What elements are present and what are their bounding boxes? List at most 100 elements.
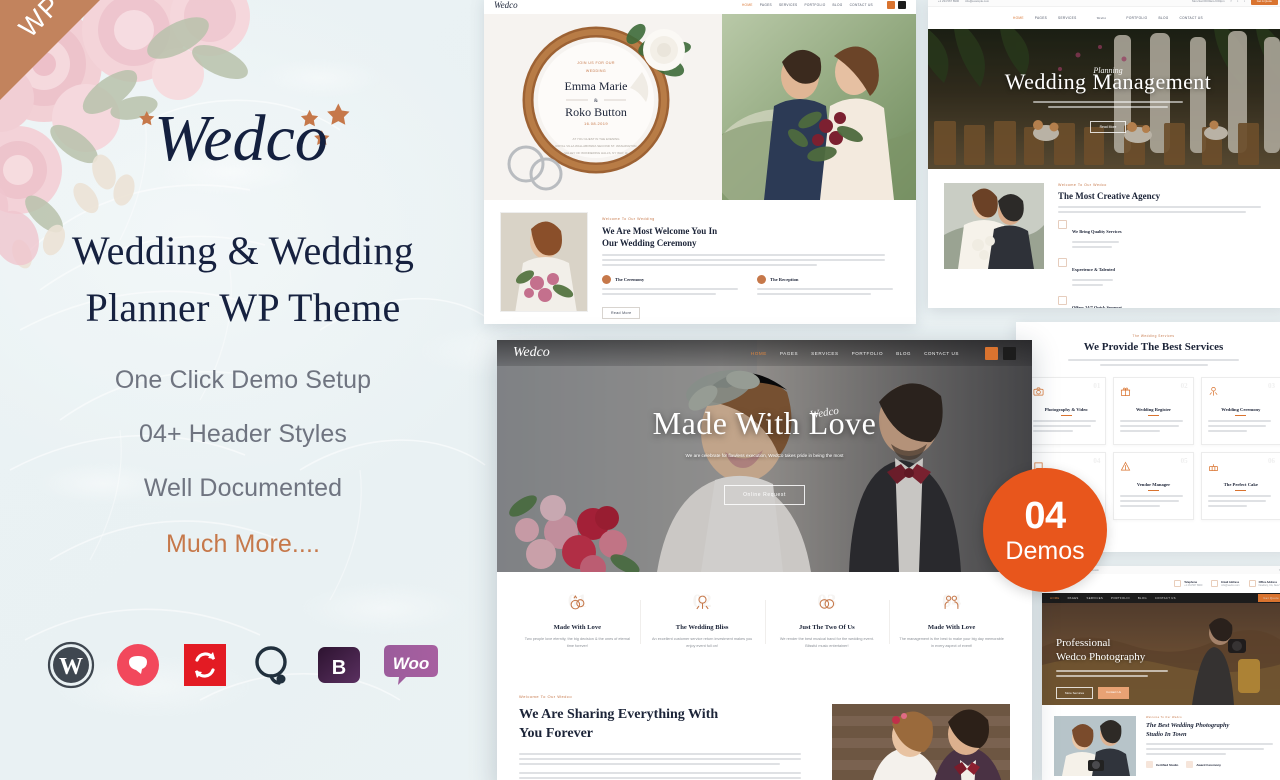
ceremony-title: The Ceremony [615,277,645,283]
address-value: Newbury, CA, New York [1258,583,1280,587]
service-title: Photography & Video [1044,407,1088,412]
wordpress-icon[interactable]: W [46,640,96,690]
bootstrap-icon[interactable]: B [314,640,364,690]
facebook-icon[interactable]: f [1231,0,1232,3]
nav-contact[interactable]: CONTACT US [924,351,959,356]
instagram-icon[interactable]: i [1244,0,1245,3]
search-icon[interactable] [985,346,998,360]
nav-portfolio[interactable]: PORTFOLIO [804,3,825,7]
mock-invitation-header-icons[interactable] [887,1,906,9]
read-more-button[interactable]: Read More [602,307,641,320]
feature-card[interactable]: 03 Just The Two Of Us We render the best… [764,591,890,650]
mockup-photography-demo[interactable]: Newbury, CA, New York info@wedco.com f t… [1042,566,1280,780]
revolution-slider-icon[interactable] [180,640,230,690]
service-card[interactable]: 02 Wedding Register [1113,377,1194,445]
inv-groom: Roko Button [565,105,627,119]
svg-text:Woo: Woo [392,654,429,673]
trophy-icon [1186,761,1194,769]
quality-shield-icon [1058,220,1067,229]
feature-card[interactable]: 02 The Wedding Bliss An excellent custom… [639,591,765,650]
feature-list: One Click Demo Setup 04+ Header Styles W… [0,368,486,559]
services-eyebrow: The Wedding Services [1132,334,1175,338]
card-text: Two people love eternity, the big decisi… [524,637,630,649]
certificate-icon [1146,761,1153,769]
page-title: Wedding & Wedding Planner WP Theme [0,222,486,336]
search-icon[interactable] [887,1,895,9]
photography-studio-section: Welcome To Our Wedco The Best Wedding Ph… [1042,705,1280,780]
get-quote-button[interactable]: Get Quote [1258,594,1280,602]
service-card[interactable]: 01 Photography & Video [1026,377,1107,445]
card-title: Made With Love [927,624,976,631]
more-services-button[interactable]: More Services [1056,686,1094,699]
nav-services[interactable]: SERVICES [811,351,839,356]
nav-portfolio[interactable]: PORTFOLIO [1111,596,1130,600]
jquery-icon[interactable] [247,640,297,690]
nav-pages[interactable]: PAGES [780,351,798,356]
topbar-phone[interactable]: +1 234 567 8900 [938,0,959,3]
nav-blog[interactable]: BLOG [1138,596,1147,600]
service-number: 04 [1093,457,1101,465]
nav-blog[interactable]: BLOG [833,3,843,7]
nav-pages[interactable]: PAGES [1035,16,1047,20]
feature-card[interactable]: 01 Made With Love Two people love eterni… [515,591,640,650]
nav-contact[interactable]: CONTACT US [850,3,873,7]
mockup-made-with-love-demo[interactable]: Wedco HOME PAGES SERVICES PORTFOLIO BLOG… [497,340,1032,780]
service-card[interactable]: 05 Vendor Manager [1113,452,1194,520]
nav-services[interactable]: SERVICES [1087,596,1104,600]
inv-venue-3: VALLEY OF WONDERING HALLS, NY WAY, IA [564,151,627,155]
mwl-bottom-section: Welcome To Our Wedco We Are Sharing Ever… [497,676,1032,780]
nav-contact[interactable]: CONTACT US [1155,596,1176,600]
mwl-bottom-image [832,704,1010,780]
phone-icon [1174,580,1182,587]
service-number: 01 [1093,382,1101,390]
nav-pages[interactable]: PAGES [760,3,772,7]
left-info-panel: WP Wedco Wedding & Wedding Planner WP Th… [0,0,486,780]
service-card[interactable]: 03 Wedding Ceremony [1200,377,1280,445]
nav-services[interactable]: SERVICES [779,3,797,7]
nav-portfolio[interactable]: PORTFOLIO [1126,16,1147,20]
welcome-eyebrow: Welcome To Our Wedding [602,217,655,221]
nav-portfolio[interactable]: PORTFOLIO [852,351,883,356]
get-quote-button[interactable]: Get A Quote [1250,0,1278,5]
feature-reception: The Reception [757,275,900,298]
card-text: We render the best musical band for the … [779,637,874,649]
nav-home[interactable]: HOME [1050,596,1060,600]
nav-blog[interactable]: BLOG [896,351,911,356]
management-hero-button[interactable]: Read More [1089,120,1127,133]
twitter-icon[interactable]: t [1237,0,1238,3]
mwl-nav[interactable]: Wedco HOME PAGES SERVICES PORTFOLIO BLOG… [497,340,1032,366]
agency-text-block: Welcome To Our Wedco The Most Creative A… [1058,183,1272,308]
info-address: Office Address Newbury, CA, New York [1248,580,1280,587]
photography-hero-overlay: Professional Wedco Photography More Serv… [1056,637,1168,699]
service-number: 05 [1180,457,1188,465]
online-request-button[interactable]: Online Request [724,485,805,506]
nav-blog[interactable]: BLOG [1158,16,1168,20]
mwl-hero-overlay: Wedco Made With Love We are celebrate fo… [497,340,1032,572]
woocommerce-icon[interactable]: Woo [381,640,441,690]
service-card[interactable]: 06 The Perfect Cake [1200,452,1280,520]
mock-invitation-logo: Wedco [494,0,518,10]
reception-title: The Reception [770,277,799,283]
nav-home[interactable]: HOME [751,351,767,356]
nav-home[interactable]: HOME [1013,16,1024,20]
mockup-invitation-demo[interactable]: Wedco HOME PAGES SERVICES PORTFOLIO BLOG… [484,0,916,324]
nav-home[interactable]: HOME [742,3,753,7]
management-nav[interactable]: HOME PAGES SERVICES Wedco PORTFOLIO BLOG… [928,7,1280,29]
service-title: Vendor Manager [1136,482,1171,487]
contact-us-button[interactable]: Contact Us [1098,686,1130,699]
nav-pages[interactable]: PAGES [1068,596,1079,600]
mockup-management-demo[interactable]: +1 234 567 8900 info@example.com Mon-Sat… [928,0,1280,308]
service-title: Wedding Ceremony [1221,407,1261,412]
cart-icon[interactable] [898,1,906,9]
location-icon [1248,580,1256,587]
invitation-welcome-section: Welcome To Our Wedding We Are Most Welco… [484,200,916,324]
service-title: The Perfect Cake [1223,482,1258,487]
elementor-icon[interactable] [113,640,163,690]
mock-invitation-nav[interactable]: HOME PAGES SERVICES PORTFOLIO BLOG CONTA… [742,1,906,9]
cart-icon[interactable] [1003,346,1016,360]
nav-contact[interactable]: CONTACT US [1180,16,1203,20]
photography-nav[interactable]: HOME PAGES SERVICES PORTFOLIO BLOG CONTA… [1042,593,1280,603]
topbar-email[interactable]: info@example.com [965,0,989,3]
feature-card[interactable]: 04 Made With Love The management is the … [889,591,1014,650]
nav-services[interactable]: SERVICES [1058,16,1076,20]
